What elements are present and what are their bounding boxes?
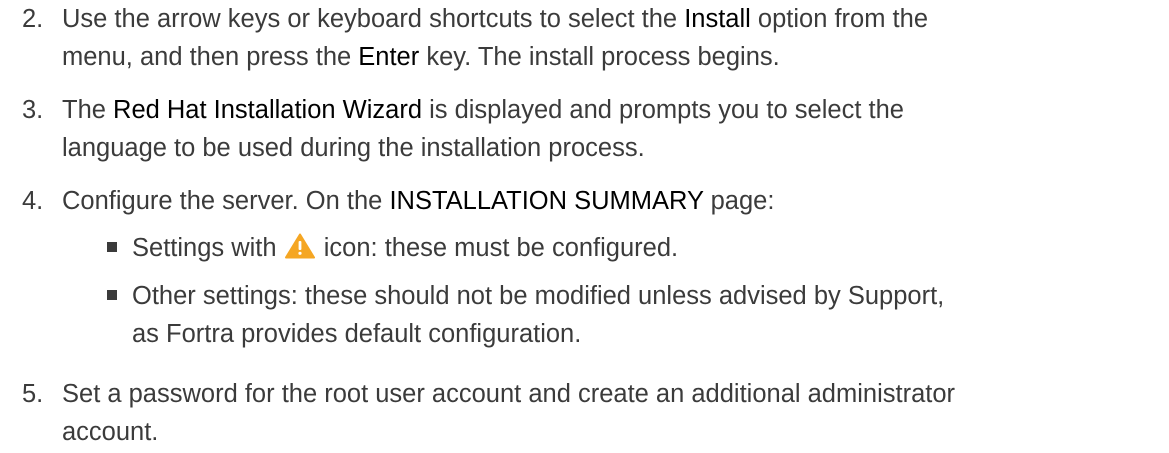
step-line: language to be used during the installat… (62, 129, 1142, 167)
sublist-text-after: icon: these must be configured. (316, 234, 679, 262)
step-text: page: (703, 187, 775, 215)
ui-term-enter: Enter (358, 43, 420, 71)
sublist-text: as Fortra provides default configuration… (132, 320, 582, 348)
square-bullet-icon (107, 290, 117, 300)
ui-term-wizard: Red Hat Installation Wizard (113, 96, 422, 124)
step-line: Set a password for the root user account… (62, 380, 956, 408)
ui-term-installation-summary: INSTALLATION SUMMARY (389, 187, 704, 215)
step-number: 3. (22, 96, 44, 124)
sublist-text: Other settings: these should not be modi… (132, 282, 945, 310)
step-text: The (62, 96, 114, 124)
square-bullet-icon (107, 242, 117, 252)
step-line: Use the arrow keys or keyboard shortcuts… (62, 0, 1142, 38)
sublist-text: Settings with icon: these must be config… (132, 229, 1152, 267)
step-line: account. (62, 418, 159, 446)
step-text: language to be used during the installat… (62, 134, 645, 162)
step-number: 2. (22, 5, 44, 33)
step-line: The Red Hat Installation Wizard is displ… (62, 91, 1142, 129)
step-line: Configure the server. On the INSTALLATIO… (62, 182, 1142, 220)
step-text: Use the arrow keys or keyboard shortcuts… (62, 5, 685, 33)
step-number: 4. (22, 187, 44, 215)
step-text: is displayed and prompts you to select t… (422, 96, 904, 124)
step-text: Configure the server. On the (62, 187, 390, 215)
sublist-text-before: Settings with (132, 234, 284, 262)
warning-triangle-icon (284, 233, 315, 259)
ui-term-install: Install (684, 5, 751, 33)
step-text: key. The install process begins. (419, 43, 780, 71)
step-text: option from the (750, 5, 929, 33)
document: 2. Use the arrow keys or keyboard shortc… (0, 0, 1169, 453)
step-line: menu, and then press the Enter key. The … (62, 38, 1142, 76)
step-text: menu, and then press the (62, 43, 359, 71)
step-number: 5. (22, 380, 44, 408)
